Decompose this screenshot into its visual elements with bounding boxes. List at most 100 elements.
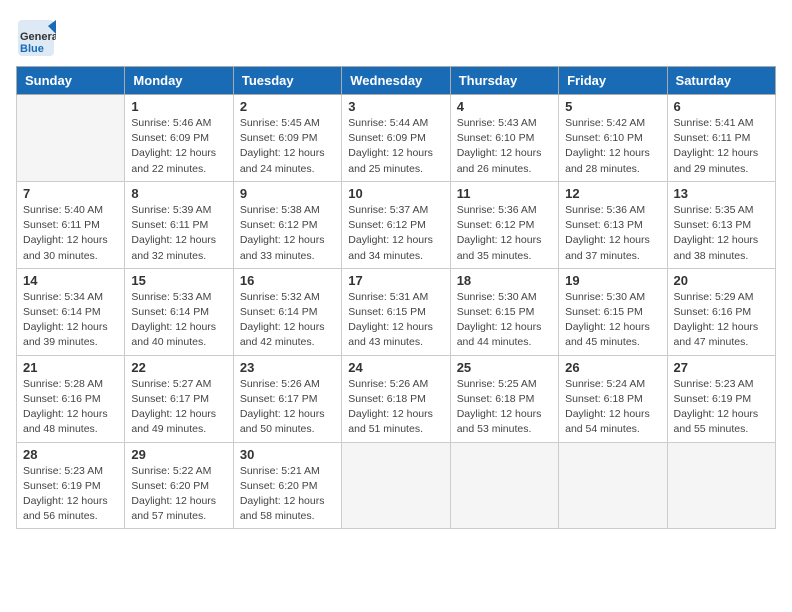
day-number: 24: [348, 360, 443, 375]
day-info: Sunrise: 5:29 AMSunset: 6:16 PMDaylight:…: [674, 290, 769, 351]
day-info: Sunrise: 5:24 AMSunset: 6:18 PMDaylight:…: [565, 377, 660, 438]
day-info: Sunrise: 5:22 AMSunset: 6:20 PMDaylight:…: [131, 464, 226, 525]
day-info: Sunrise: 5:26 AMSunset: 6:17 PMDaylight:…: [240, 377, 335, 438]
svg-text:Blue: Blue: [20, 43, 44, 55]
day-number: 15: [131, 273, 226, 288]
day-info: Sunrise: 5:27 AMSunset: 6:17 PMDaylight:…: [131, 377, 226, 438]
day-info: Sunrise: 5:39 AMSunset: 6:11 PMDaylight:…: [131, 203, 226, 264]
day-info: Sunrise: 5:30 AMSunset: 6:15 PMDaylight:…: [565, 290, 660, 351]
day-number: 2: [240, 99, 335, 114]
day-info: Sunrise: 5:43 AMSunset: 6:10 PMDaylight:…: [457, 116, 552, 177]
day-number: 3: [348, 99, 443, 114]
calendar-week-4: 21 Sunrise: 5:28 AMSunset: 6:16 PMDayligh…: [17, 355, 776, 442]
day-info: Sunrise: 5:31 AMSunset: 6:15 PMDaylight:…: [348, 290, 443, 351]
logo: General Blue: [16, 16, 62, 58]
day-info: Sunrise: 5:38 AMSunset: 6:12 PMDaylight:…: [240, 203, 335, 264]
day-info: Sunrise: 5:34 AMSunset: 6:14 PMDaylight:…: [23, 290, 118, 351]
calendar-cell: 22 Sunrise: 5:27 AMSunset: 6:17 PMDayligh…: [125, 355, 233, 442]
calendar-cell: 5 Sunrise: 5:42 AMSunset: 6:10 PMDaylight…: [559, 95, 667, 182]
logo-icon: General Blue: [16, 18, 56, 58]
day-info: Sunrise: 5:36 AMSunset: 6:12 PMDaylight:…: [457, 203, 552, 264]
day-info: Sunrise: 5:30 AMSunset: 6:15 PMDaylight:…: [457, 290, 552, 351]
header-wednesday: Wednesday: [342, 67, 450, 95]
calendar-cell: 25 Sunrise: 5:25 AMSunset: 6:18 PMDayligh…: [450, 355, 558, 442]
day-number: 8: [131, 186, 226, 201]
day-info: Sunrise: 5:21 AMSunset: 6:20 PMDaylight:…: [240, 464, 335, 525]
calendar-cell: 1 Sunrise: 5:46 AMSunset: 6:09 PMDaylight…: [125, 95, 233, 182]
day-number: 13: [674, 186, 769, 201]
day-number: 5: [565, 99, 660, 114]
calendar-cell: 27 Sunrise: 5:23 AMSunset: 6:19 PMDayligh…: [667, 355, 775, 442]
calendar-cell: 17 Sunrise: 5:31 AMSunset: 6:15 PMDayligh…: [342, 268, 450, 355]
calendar-week-5: 28Sunrise: 5:23 AMSunset: 6:19 PMDayligh…: [17, 442, 776, 529]
day-number: 11: [457, 186, 552, 201]
header-sunday: Sunday: [17, 67, 125, 95]
day-info: Sunrise: 5:23 AMSunset: 6:19 PMDaylight:…: [674, 377, 769, 438]
calendar-cell: 28Sunrise: 5:23 AMSunset: 6:19 PMDayligh…: [17, 442, 125, 529]
day-number: 21: [23, 360, 118, 375]
calendar-cell: 2Sunrise: 5:45 AMSunset: 6:09 PMDaylight…: [233, 95, 341, 182]
day-number: 7: [23, 186, 118, 201]
calendar-cell: 8 Sunrise: 5:39 AMSunset: 6:11 PMDaylight…: [125, 181, 233, 268]
calendar-cell: [17, 95, 125, 182]
day-info: Sunrise: 5:33 AMSunset: 6:14 PMDaylight:…: [131, 290, 226, 351]
day-info: Sunrise: 5:36 AMSunset: 6:13 PMDaylight:…: [565, 203, 660, 264]
day-number: 23: [240, 360, 335, 375]
day-number: 12: [565, 186, 660, 201]
calendar-cell: 29 Sunrise: 5:22 AMSunset: 6:20 PMDayligh…: [125, 442, 233, 529]
day-info: Sunrise: 5:32 AMSunset: 6:14 PMDaylight:…: [240, 290, 335, 351]
day-number: 29: [131, 447, 226, 462]
day-info: Sunrise: 5:25 AMSunset: 6:18 PMDaylight:…: [457, 377, 552, 438]
day-info: Sunrise: 5:28 AMSunset: 6:16 PMDaylight:…: [23, 377, 118, 438]
header-saturday: Saturday: [667, 67, 775, 95]
svg-text:General: General: [20, 31, 56, 43]
header-monday: Monday: [125, 67, 233, 95]
day-info: Sunrise: 5:35 AMSunset: 6:13 PMDaylight:…: [674, 203, 769, 264]
calendar-cell: 6 Sunrise: 5:41 AMSunset: 6:11 PMDaylight…: [667, 95, 775, 182]
calendar-cell: 10 Sunrise: 5:37 AMSunset: 6:12 PMDayligh…: [342, 181, 450, 268]
day-number: 28: [23, 447, 118, 462]
calendar-week-2: 7Sunrise: 5:40 AMSunset: 6:11 PMDaylight…: [17, 181, 776, 268]
calendar-cell: [450, 442, 558, 529]
day-number: 30: [240, 447, 335, 462]
day-number: 18: [457, 273, 552, 288]
day-number: 17: [348, 273, 443, 288]
header-tuesday: Tuesday: [233, 67, 341, 95]
day-number: 1: [131, 99, 226, 114]
day-number: 27: [674, 360, 769, 375]
day-number: 4: [457, 99, 552, 114]
day-number: 16: [240, 273, 335, 288]
day-number: 6: [674, 99, 769, 114]
day-info: Sunrise: 5:44 AMSunset: 6:09 PMDaylight:…: [348, 116, 443, 177]
day-number: 25: [457, 360, 552, 375]
calendar-cell: 15 Sunrise: 5:33 AMSunset: 6:14 PMDayligh…: [125, 268, 233, 355]
day-info: Sunrise: 5:46 AMSunset: 6:09 PMDaylight:…: [131, 116, 226, 177]
calendar-cell: 21 Sunrise: 5:28 AMSunset: 6:16 PMDayligh…: [17, 355, 125, 442]
day-number: 19: [565, 273, 660, 288]
day-number: 9: [240, 186, 335, 201]
day-number: 26: [565, 360, 660, 375]
page-header: General Blue: [16, 16, 776, 58]
calendar-cell: 20 Sunrise: 5:29 AMSunset: 6:16 PMDayligh…: [667, 268, 775, 355]
day-number: 22: [131, 360, 226, 375]
calendar-cell: 14Sunrise: 5:34 AMSunset: 6:14 PMDayligh…: [17, 268, 125, 355]
calendar-week-1: 1 Sunrise: 5:46 AMSunset: 6:09 PMDaylight…: [17, 95, 776, 182]
calendar-cell: [342, 442, 450, 529]
calendar-cell: 23 Sunrise: 5:26 AMSunset: 6:17 PMDayligh…: [233, 355, 341, 442]
calendar-cell: 16 Sunrise: 5:32 AMSunset: 6:14 PMDayligh…: [233, 268, 341, 355]
day-info: Sunrise: 5:42 AMSunset: 6:10 PMDaylight:…: [565, 116, 660, 177]
day-info: Sunrise: 5:41 AMSunset: 6:11 PMDaylight:…: [674, 116, 769, 177]
calendar-cell: 19 Sunrise: 5:30 AMSunset: 6:15 PMDayligh…: [559, 268, 667, 355]
header-thursday: Thursday: [450, 67, 558, 95]
calendar-cell: 13 Sunrise: 5:35 AMSunset: 6:13 PMDayligh…: [667, 181, 775, 268]
calendar-week-3: 14Sunrise: 5:34 AMSunset: 6:14 PMDayligh…: [17, 268, 776, 355]
calendar-cell: 18 Sunrise: 5:30 AMSunset: 6:15 PMDayligh…: [450, 268, 558, 355]
calendar-table: SundayMondayTuesdayWednesdayThursdayFrid…: [16, 66, 776, 529]
calendar-cell: [559, 442, 667, 529]
day-number: 10: [348, 186, 443, 201]
day-number: 20: [674, 273, 769, 288]
calendar-cell: 9 Sunrise: 5:38 AMSunset: 6:12 PMDaylight…: [233, 181, 341, 268]
header-friday: Friday: [559, 67, 667, 95]
day-info: Sunrise: 5:37 AMSunset: 6:12 PMDaylight:…: [348, 203, 443, 264]
calendar-cell: 11 Sunrise: 5:36 AMSunset: 6:12 PMDayligh…: [450, 181, 558, 268]
